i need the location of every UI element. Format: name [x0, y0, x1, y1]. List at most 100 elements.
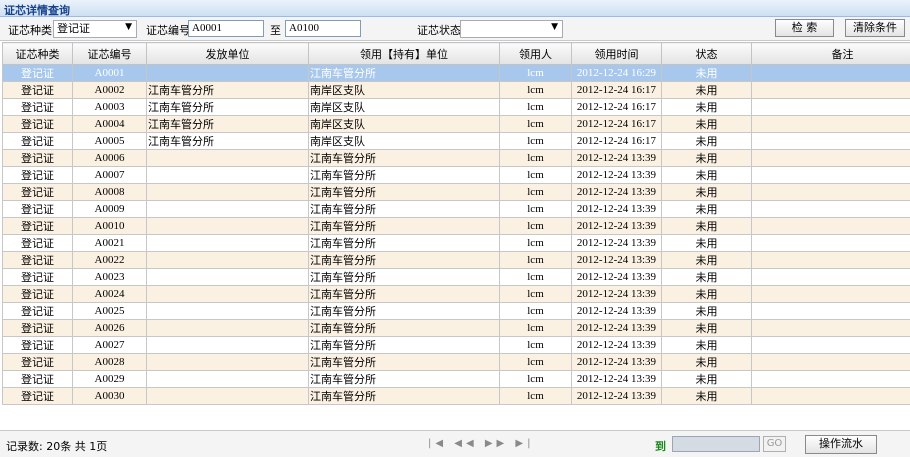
cell-number: A0007 [72, 166, 147, 184]
clear-conditions-button[interactable]: 清除条件 [845, 19, 905, 37]
cell-issuer [146, 234, 309, 252]
cell-issuer [146, 336, 309, 354]
status-label: 证芯状态 [417, 24, 461, 37]
cell-issuer [146, 353, 309, 371]
cell-number: A0004 [72, 115, 147, 133]
cell-number: A0001 [72, 64, 147, 82]
cell-time: 2012-12-24 13:39 [571, 370, 662, 388]
search-button[interactable]: 检 索 [775, 19, 834, 37]
cell-recipient: lcm [499, 183, 572, 201]
cell-number: A0005 [72, 132, 147, 150]
table-row[interactable]: 登记证 A0002 江南车管分所 南岸区支队 lcm 2012-12-24 16:17 未用 [2, 81, 910, 99]
prev-page-icon[interactable]: ◀◀ [454, 438, 477, 449]
cell-holder: 南岸区支队 [308, 81, 500, 99]
column-remark-header[interactable]: 备注 [751, 42, 910, 65]
table-row[interactable]: 登记证 A0026 江南车管分所 lcm 2012-12-24 13:39 未用 [2, 319, 910, 337]
cell-holder: 江南车管分所 [308, 149, 500, 167]
cell-time: 2012-12-24 16:17 [571, 132, 662, 150]
column-status-header[interactable]: 状态 [661, 42, 752, 65]
cell-status: 未用 [661, 251, 752, 269]
cell-type: 登记证 [2, 285, 73, 303]
chevron-down-icon[interactable]: ▼ [551, 21, 558, 33]
table-row[interactable]: 登记证 A0004 江南车管分所 南岸区支队 lcm 2012-12-24 16:17 未用 [2, 115, 910, 133]
column-holder-header[interactable]: 领用【持有】单位 [308, 42, 500, 65]
table-row[interactable]: 登记证 A0010 江南车管分所 lcm 2012-12-24 13:39 未用 [2, 217, 910, 235]
cell-number: A0010 [72, 217, 147, 235]
cell-time: 2012-12-24 13:39 [571, 149, 662, 167]
cell-holder: 江南车管分所 [308, 302, 500, 320]
last-page-icon[interactable]: ▶| [515, 438, 534, 449]
table-row[interactable]: 登记证 A0005 江南车管分所 南岸区支队 lcm 2012-12-24 16:17 未用 [2, 132, 910, 150]
results-table: 证芯种类 证芯编号 发放单位 领用【持有】单位 领用人 领用时间 状态 备注 登记证 A0001… [2, 42, 910, 405]
next-page-icon[interactable]: ▶▶ [485, 438, 508, 449]
table-row[interactable]: 登记证 A0003 江南车管分所 南岸区支队 lcm 2012-12-24 16:17 未用 [2, 98, 910, 116]
goto-page-input[interactable] [672, 436, 760, 452]
cell-remark [751, 98, 910, 116]
table-row[interactable]: 登记证 A0022 江南车管分所 lcm 2012-12-24 13:39 未用 [2, 251, 910, 269]
table-row[interactable]: 登记证 A0007 江南车管分所 lcm 2012-12-24 13:39 未用 [2, 166, 910, 184]
cell-type: 登记证 [2, 336, 73, 354]
status-select[interactable]: ▼ [460, 20, 563, 38]
number-from-input[interactable]: A0001 [188, 20, 264, 37]
table-row[interactable]: 登记证 A0001 江南车管分所 lcm 2012-12-24 16:29 未用 [2, 64, 910, 82]
table-row[interactable]: 登记证 A0029 江南车管分所 lcm 2012-12-24 13:39 未用 [2, 370, 910, 388]
filter-bar: 证芯种类 登记证 ▼ 证芯编号 A0001 至 A0100 证芯状态 ▼ 检 索… [0, 17, 910, 41]
window-title: 证芯详情查询 [4, 4, 70, 17]
cell-recipient: lcm [499, 251, 572, 269]
first-page-icon[interactable]: |◀ [428, 438, 447, 449]
cell-issuer: 江南车管分所 [146, 98, 309, 116]
cell-issuer [146, 64, 309, 82]
cell-issuer [146, 251, 309, 269]
cell-time: 2012-12-24 13:39 [571, 302, 662, 320]
cell-issuer [146, 200, 309, 218]
cell-status: 未用 [661, 302, 752, 320]
cell-status: 未用 [661, 64, 752, 82]
type-select-value: 登记证 [57, 22, 90, 35]
cell-holder: 江南车管分所 [308, 251, 500, 269]
cell-recipient: lcm [499, 64, 572, 82]
type-select[interactable]: 登记证 ▼ [53, 20, 137, 38]
chevron-down-icon[interactable]: ▼ [125, 21, 132, 33]
cell-recipient: lcm [499, 370, 572, 388]
operation-log-button[interactable]: 操作流水 [805, 435, 877, 454]
table-row[interactable]: 登记证 A0006 江南车管分所 lcm 2012-12-24 13:39 未用 [2, 149, 910, 167]
table-row[interactable]: 登记证 A0023 江南车管分所 lcm 2012-12-24 13:39 未用 [2, 268, 910, 286]
cell-time: 2012-12-24 13:39 [571, 353, 662, 371]
table-row[interactable]: 登记证 A0027 江南车管分所 lcm 2012-12-24 13:39 未用 [2, 336, 910, 354]
cell-status: 未用 [661, 387, 752, 405]
go-button[interactable]: GO [763, 436, 786, 452]
column-number-header[interactable]: 证芯编号 [72, 42, 147, 65]
cell-recipient: lcm [499, 268, 572, 286]
table-row[interactable]: 登记证 A0021 江南车管分所 lcm 2012-12-24 13:39 未用 [2, 234, 910, 252]
table-row[interactable]: 登记证 A0025 江南车管分所 lcm 2012-12-24 13:39 未用 [2, 302, 910, 320]
cell-recipient: lcm [499, 166, 572, 184]
cell-remark [751, 183, 910, 201]
cell-remark [751, 81, 910, 99]
cell-issuer [146, 370, 309, 388]
cell-holder: 江南车管分所 [308, 234, 500, 252]
column-time-header[interactable]: 领用时间 [571, 42, 662, 65]
cell-recipient: lcm [499, 98, 572, 116]
table-row[interactable]: 登记证 A0008 江南车管分所 lcm 2012-12-24 13:39 未用 [2, 183, 910, 201]
footer-bar: 记录数: 20条 共 1页 |◀ ◀◀ ▶▶ ▶| 到 GO 操作流水 [0, 430, 910, 457]
cell-type: 登记证 [2, 234, 73, 252]
cell-time: 2012-12-24 16:17 [571, 115, 662, 133]
table-row[interactable]: 登记证 A0028 江南车管分所 lcm 2012-12-24 13:39 未用 [2, 353, 910, 371]
cell-time: 2012-12-24 13:39 [571, 251, 662, 269]
column-type-header[interactable]: 证芯种类 [2, 42, 73, 65]
column-recipient-header[interactable]: 领用人 [499, 42, 572, 65]
cell-number: A0026 [72, 319, 147, 337]
cell-time: 2012-12-24 13:39 [571, 268, 662, 286]
cell-number: A0022 [72, 251, 147, 269]
cell-issuer [146, 319, 309, 337]
cell-status: 未用 [661, 336, 752, 354]
table-body: 登记证 A0001 江南车管分所 lcm 2012-12-24 16:29 未用 登记证 A0… [2, 64, 910, 405]
cell-issuer [146, 217, 309, 235]
cell-remark [751, 285, 910, 303]
number-to-input[interactable]: A0100 [285, 20, 361, 37]
cell-status: 未用 [661, 217, 752, 235]
table-row[interactable]: 登记证 A0030 江南车管分所 lcm 2012-12-24 13:39 未用 [2, 387, 910, 405]
table-row[interactable]: 登记证 A0024 江南车管分所 lcm 2012-12-24 13:39 未用 [2, 285, 910, 303]
column-issuer-header[interactable]: 发放单位 [146, 42, 309, 65]
table-row[interactable]: 登记证 A0009 江南车管分所 lcm 2012-12-24 13:39 未用 [2, 200, 910, 218]
